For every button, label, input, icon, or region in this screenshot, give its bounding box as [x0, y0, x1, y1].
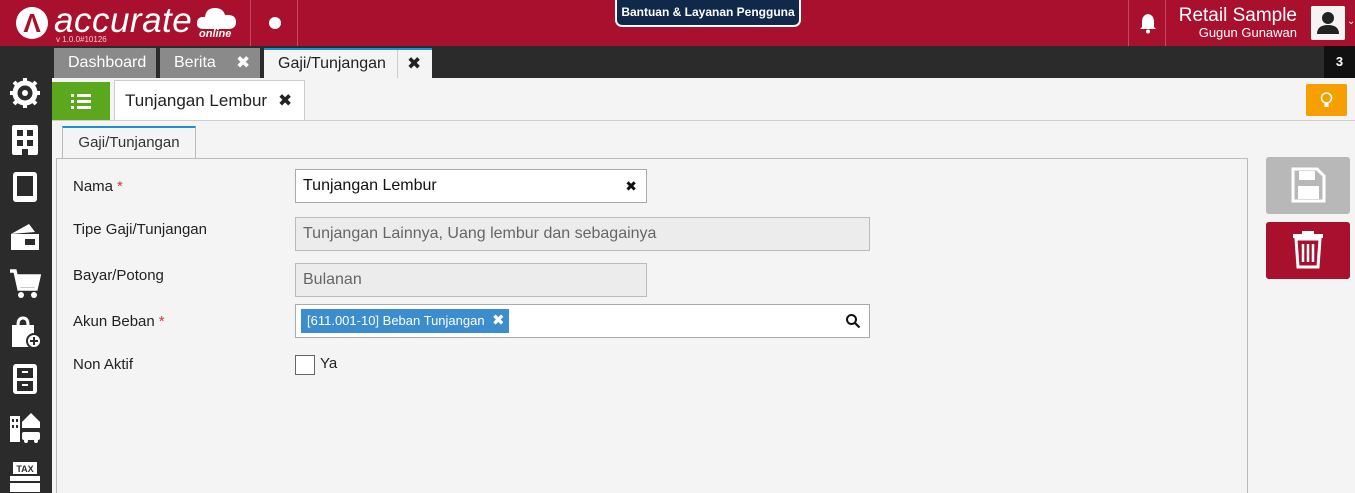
tab-dashboard[interactable]: Dashboard: [54, 48, 156, 78]
divider: [1128, 0, 1129, 46]
svg-text:TAX: TAX: [16, 464, 33, 474]
clear-icon[interactable]: ✖: [625, 170, 637, 202]
top-bar: Λ accurate online v 1.0.0#10126 Bantuan …: [0, 0, 1355, 46]
close-icon[interactable]: ✖: [407, 50, 421, 78]
shopping-bag-icon[interactable]: [9, 315, 41, 349]
building-icon[interactable]: [9, 123, 41, 157]
akun-label: Akun Beban *: [73, 313, 165, 330]
logo-mark-icon: Λ: [16, 7, 48, 39]
nama-input[interactable]: Tunjangan Lembur ✖: [295, 169, 647, 203]
status-dot-icon[interactable]: [269, 17, 281, 29]
delete-button[interactable]: [1266, 222, 1350, 279]
nonaktif-label: Non Aktif: [73, 356, 134, 373]
divider: [397, 50, 398, 78]
settings-icon[interactable]: [9, 76, 41, 110]
nonaktif-checkbox[interactable]: [295, 355, 315, 375]
tab-label: Gaji/Tunjangan: [278, 55, 386, 72]
required-marker: *: [158, 313, 165, 330]
tab-label: Dashboard: [68, 54, 147, 71]
tipe-value: Tunjangan Lainnya, Uang lembur dan sebag…: [303, 225, 657, 242]
nama-value: Tunjangan Lembur: [303, 177, 437, 194]
cabinet-icon[interactable]: [9, 362, 41, 396]
money-icon[interactable]: [9, 218, 41, 252]
close-icon[interactable]: ✖: [236, 48, 250, 78]
akun-beban-select[interactable]: [611.001-10] Beban Tunjangan ✖: [295, 304, 870, 338]
brand-sub: online: [199, 28, 232, 40]
divider: [297, 0, 298, 46]
tab-form-gaji-tunjangan[interactable]: Gaji/Tunjangan: [62, 126, 196, 158]
tab-gaji-tunjangan[interactable]: Gaji/Tunjangan ✖: [264, 48, 432, 78]
tipe-label: Tipe Gaji/Tunjangan: [73, 221, 207, 238]
search-icon[interactable]: [845, 313, 861, 329]
tax-icon[interactable]: TAX: [9, 460, 41, 493]
close-icon[interactable]: ✖: [278, 81, 292, 121]
bayar-label: Bayar/Potong: [73, 267, 164, 284]
lightbulb-icon[interactable]: [1306, 84, 1347, 116]
content-area: Tunjangan Lembur ✖ Gaji/Tunjangan Nama * …: [52, 78, 1355, 493]
tab-berita[interactable]: Berita ✖: [160, 48, 260, 78]
subtab-tunjangan-lembur[interactable]: Tunjangan Lembur ✖: [114, 80, 305, 121]
remove-chip-icon[interactable]: ✖: [492, 309, 505, 333]
help-button[interactable]: Bantuan & Layanan Pengguna: [615, 0, 801, 27]
subtab-label: Tunjangan Lembur: [125, 91, 268, 110]
bayar-value: Bulanan: [303, 271, 362, 288]
nama-label: Nama *: [73, 178, 123, 195]
tipe-field: Tunjangan Lainnya, Uang lembur dan sebag…: [295, 217, 870, 251]
nonaktif-option-label[interactable]: Ya: [320, 355, 337, 372]
user-name[interactable]: Gugun Gunawan: [1199, 25, 1297, 40]
selected-account-chip: [611.001-10] Beban Tunjangan ✖: [301, 309, 509, 333]
divider: [52, 120, 1355, 121]
required-marker: *: [117, 178, 123, 195]
app-window: Λ accurate online v 1.0.0#10126 Bantuan …: [0, 0, 1355, 493]
bell-icon[interactable]: [1138, 12, 1158, 34]
chip-label: [611.001-10] Beban Tunjangan: [307, 313, 485, 328]
user-avatar-icon[interactable]: [1311, 6, 1345, 40]
sidebar: TAX: [0, 46, 52, 493]
bayar-field: Bulanan: [295, 263, 647, 297]
list-view-button[interactable]: [52, 82, 110, 120]
divider: [250, 0, 251, 46]
main-tab-strip: Dashboard Berita ✖ Gaji/Tunjangan ✖: [52, 46, 1355, 78]
tab-label: Berita: [174, 54, 216, 71]
company-name[interactable]: Retail Sample: [1179, 6, 1297, 25]
divider: [1165, 0, 1166, 46]
cart-icon[interactable]: [9, 266, 41, 300]
tab-count-badge[interactable]: 3: [1324, 46, 1355, 78]
version-label: v 1.0.0#10126: [56, 35, 107, 44]
form-panel: Nama * Tunjangan Lembur ✖ Tipe Gaji/Tunja…: [56, 158, 1248, 493]
save-button[interactable]: [1266, 157, 1350, 214]
book-icon[interactable]: [9, 170, 41, 204]
brand-logo[interactable]: Λ accurate online v 1.0.0#10126: [16, 1, 241, 45]
chevron-down-icon[interactable]: ⌄: [1347, 16, 1355, 27]
assets-icon[interactable]: [9, 410, 41, 444]
